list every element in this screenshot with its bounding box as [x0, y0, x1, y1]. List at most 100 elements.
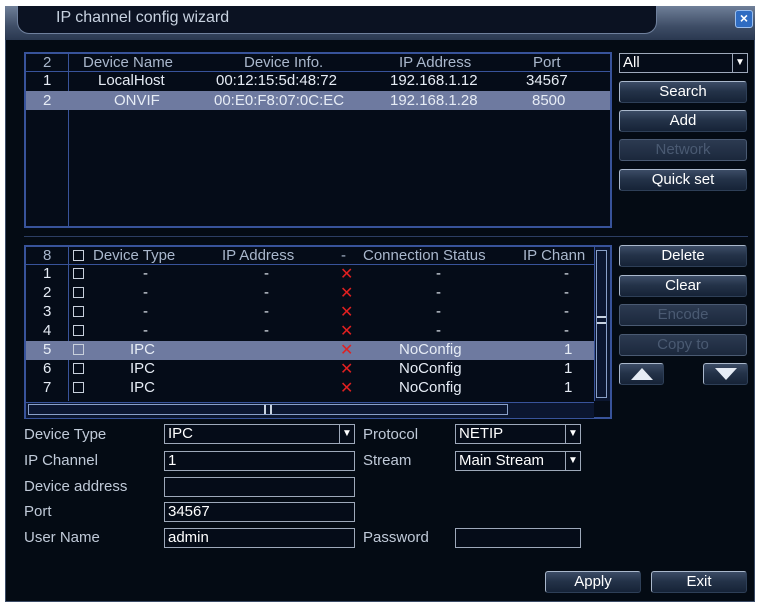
- device-type: -: [143, 265, 148, 282]
- vertical-scroll-thumb[interactable]: [596, 250, 607, 398]
- stream-value: Main Stream: [459, 452, 545, 469]
- section-divider: [24, 236, 748, 237]
- device-name: LocalHost: [98, 72, 165, 89]
- row-checkbox[interactable]: [73, 382, 84, 393]
- arrow-up-glyph: [630, 368, 653, 380]
- encode-button[interactable]: Encode: [619, 304, 747, 326]
- status-error-icon: ✕: [340, 380, 354, 397]
- row-number: 2: [43, 284, 52, 301]
- row-number: 1: [43, 265, 52, 282]
- password-label: Password: [363, 529, 429, 546]
- ip-channel: -: [564, 265, 569, 282]
- col-ip-address[interactable]: IP Address: [222, 247, 294, 264]
- stream-select[interactable]: Main Stream ▼: [455, 451, 581, 471]
- copy-to-button[interactable]: Copy to: [619, 334, 747, 356]
- row-checkbox[interactable]: [73, 344, 84, 355]
- triangle-down-icon: ▼: [565, 452, 580, 470]
- window-title: IP channel config wizard: [56, 9, 230, 26]
- row-number: 2: [43, 92, 52, 109]
- ip-address: -: [264, 284, 269, 301]
- connection-status: -: [436, 284, 441, 301]
- ip-channel: 1: [564, 360, 573, 377]
- scroll-grip-icon: [264, 405, 272, 414]
- ip-channel: 1: [564, 341, 573, 358]
- ip-channel: -: [564, 303, 569, 320]
- row-number: 3: [43, 303, 52, 320]
- table-row[interactable]: 1 - - ✕ - -: [26, 265, 594, 284]
- user-name-label: User Name: [24, 529, 100, 546]
- row-checkbox[interactable]: [73, 268, 84, 279]
- row-number: 6: [43, 360, 52, 377]
- triangle-down-icon: ▼: [565, 425, 580, 443]
- device-type: IPC: [130, 360, 156, 377]
- filter-select[interactable]: All ▼: [619, 53, 748, 73]
- protocol-select[interactable]: NETIP ▼: [455, 424, 581, 444]
- row-checkbox[interactable]: [73, 325, 84, 336]
- table-row-selected[interactable]: 2 ONVIF 00:E0:F8:07:0C:EC 192.168.1.28 8…: [26, 91, 610, 110]
- row-number: 5: [43, 341, 52, 358]
- table-row[interactable]: 1 LocalHost 00:12:15:5d:48:72 192.168.1.…: [26, 72, 610, 90]
- status-error-icon: ✕: [340, 342, 354, 359]
- arrow-up-icon[interactable]: [619, 363, 664, 385]
- network-button[interactable]: Network: [619, 139, 747, 161]
- col-ip-channel[interactable]: IP Chann: [523, 247, 593, 264]
- status-error-icon: ✕: [340, 323, 354, 340]
- row-checkbox[interactable]: [73, 363, 84, 374]
- ip-channel-label: IP Channel: [24, 452, 98, 469]
- col-device-type[interactable]: Device Type: [93, 247, 175, 264]
- col-status-flag[interactable]: -: [341, 247, 346, 264]
- table-row[interactable]: 6 IPC ✕ NoConfig 1: [26, 360, 594, 379]
- device-type: -: [143, 303, 148, 320]
- row-checkbox[interactable]: [73, 306, 84, 317]
- row-number: 4: [43, 322, 52, 339]
- status-error-icon: ✕: [340, 304, 354, 321]
- arrow-down-icon[interactable]: [703, 363, 748, 385]
- exit-button[interactable]: Exit: [651, 571, 747, 593]
- search-button[interactable]: Search: [619, 81, 747, 103]
- add-button[interactable]: Add: [619, 110, 747, 132]
- col-port[interactable]: Port: [533, 54, 561, 71]
- clear-button[interactable]: Clear: [619, 275, 747, 297]
- device-address-label: Device address: [24, 478, 128, 495]
- device-address-input[interactable]: [164, 477, 355, 497]
- port-label: Port: [24, 503, 52, 520]
- col-device-name[interactable]: Device Name: [83, 54, 173, 71]
- arrow-down-glyph: [714, 368, 737, 380]
- table-row[interactable]: 4 - - ✕ - -: [26, 322, 594, 341]
- close-icon[interactable]: ×: [735, 10, 753, 28]
- ip-channel-input[interactable]: 1: [164, 451, 355, 471]
- row-number: 7: [43, 379, 52, 396]
- ip-channel: -: [564, 284, 569, 301]
- table-row[interactable]: 7 IPC ✕ NoConfig 1: [26, 379, 594, 398]
- device-type-select[interactable]: IPC ▼: [164, 424, 355, 444]
- col-connection-status[interactable]: Connection Status: [363, 247, 486, 264]
- ip-channel: -: [564, 322, 569, 339]
- col-device-info[interactable]: Device Info.: [244, 54, 323, 71]
- ip-channel: 1: [564, 379, 573, 396]
- ip-address: -: [264, 303, 269, 320]
- ip-address: 192.168.1.28: [390, 92, 478, 109]
- channel-list-count: 8: [43, 247, 52, 264]
- row-checkbox[interactable]: [73, 287, 84, 298]
- delete-button[interactable]: Delete: [619, 245, 747, 267]
- status-error-icon: ✕: [340, 285, 354, 302]
- connection-status: NoConfig: [399, 360, 462, 377]
- device-type: -: [143, 322, 148, 339]
- device-info: 00:12:15:5d:48:72: [216, 72, 337, 89]
- table-row[interactable]: 3 - - ✕ - -: [26, 303, 594, 322]
- scroll-grip-icon: [597, 316, 606, 324]
- apply-button[interactable]: Apply: [545, 571, 641, 593]
- quick-set-button[interactable]: Quick set: [619, 169, 747, 191]
- device-type: -: [143, 284, 148, 301]
- col-ip-address[interactable]: IP Address: [399, 54, 471, 71]
- user-name-input[interactable]: admin: [164, 528, 355, 548]
- triangle-down-icon: ▼: [732, 54, 747, 72]
- table-row[interactable]: 2 - - ✕ - -: [26, 284, 594, 303]
- password-input[interactable]: [455, 528, 581, 548]
- table-row[interactable]: 5 IPC ✕ NoConfig 1: [26, 341, 594, 360]
- port-input[interactable]: 34567: [164, 502, 355, 522]
- filter-value: All: [623, 54, 640, 71]
- device-type: IPC: [130, 341, 156, 358]
- select-all-checkbox[interactable]: [73, 250, 84, 261]
- ip-address: -: [264, 265, 269, 282]
